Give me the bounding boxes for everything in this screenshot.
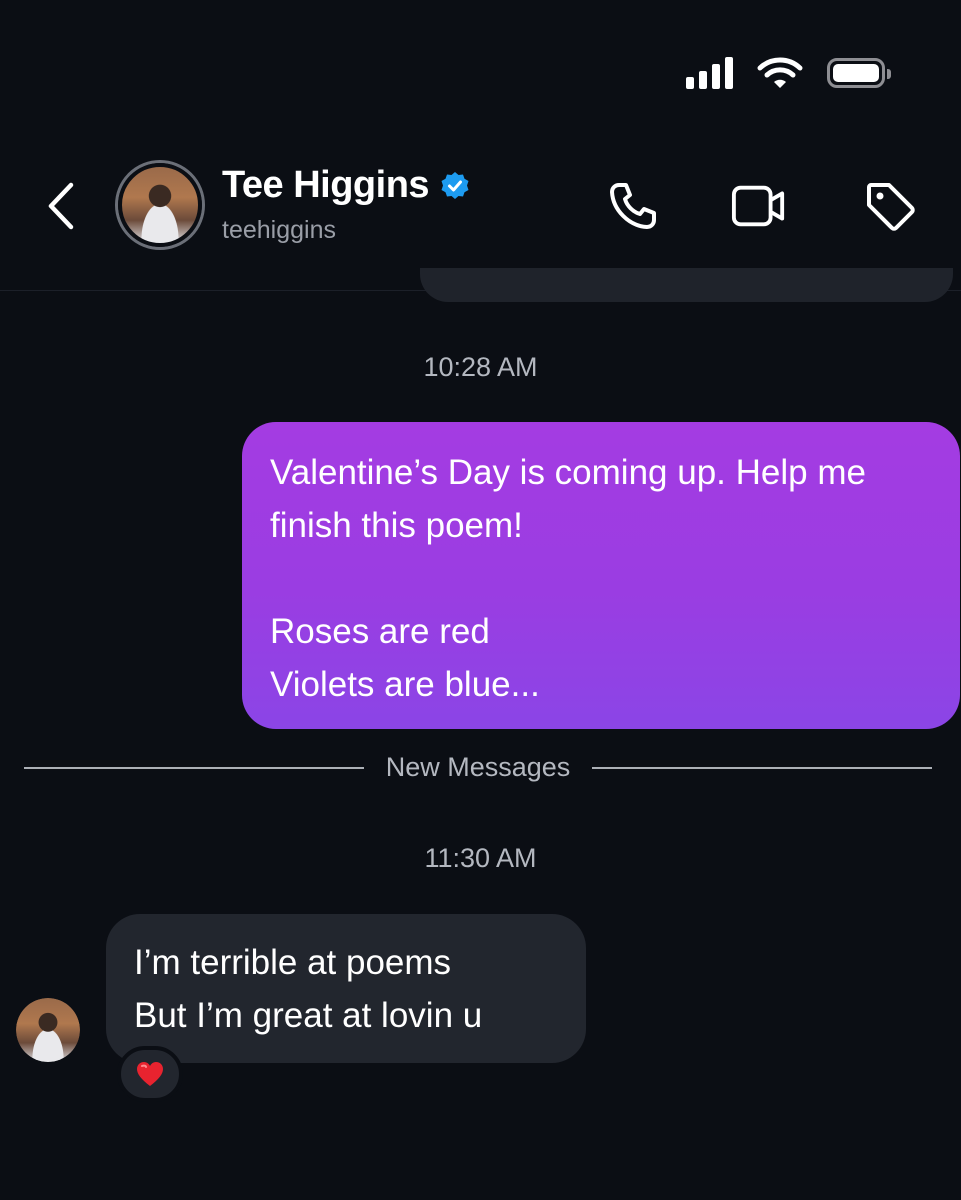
verified-badge-icon [441, 171, 469, 199]
back-button[interactable] [40, 178, 80, 234]
message-line: I’m terrible at poems [134, 943, 452, 982]
label-button[interactable] [862, 178, 918, 234]
message-line: Violets are blue... [270, 665, 540, 704]
heart-icon [137, 1062, 163, 1086]
messages-screen: Tee Higgins teehiggins 10:28 AM Valentin… [0, 0, 961, 1200]
previous-message-bubble [420, 268, 953, 302]
sent-message-bubble[interactable]: Valentine’s Day is coming up. Help me fi… [242, 422, 960, 729]
contact-avatar[interactable] [115, 160, 205, 250]
contact-handle: teehiggins [222, 216, 336, 244]
message-line: Valentine’s Day is coming up. Help me fi… [270, 453, 876, 545]
phone-icon [610, 183, 656, 229]
message-line: But I’m great at lovin u [134, 996, 483, 1035]
status-bar [686, 56, 891, 90]
message-timestamp: 10:28 AM [423, 352, 538, 382]
avatar-image [16, 998, 80, 1062]
avatar-image [118, 163, 202, 247]
new-messages-divider: New Messages [24, 752, 933, 783]
message-line [270, 552, 932, 605]
cellular-signal-icon [686, 57, 733, 89]
divider-label: New Messages [385, 752, 571, 782]
video-call-button[interactable] [731, 178, 787, 234]
sender-avatar[interactable] [16, 998, 80, 1062]
message-reaction[interactable] [117, 1046, 183, 1102]
divider-line [592, 766, 933, 769]
contact-name-row[interactable]: Tee Higgins [222, 164, 471, 207]
tag-icon [867, 183, 915, 231]
video-camera-icon [731, 185, 785, 227]
contact-name: Tee Higgins [222, 164, 430, 206]
call-button[interactable] [605, 178, 661, 234]
received-message-bubble[interactable]: I’m terrible at poems But I’m great at l… [106, 914, 586, 1063]
message-timestamp: 11:30 AM [424, 843, 537, 873]
chevron-left-icon [48, 182, 74, 230]
divider-line [24, 766, 364, 769]
wifi-icon [757, 57, 803, 88]
message-line: Roses are red [270, 612, 490, 651]
battery-icon [827, 58, 891, 88]
